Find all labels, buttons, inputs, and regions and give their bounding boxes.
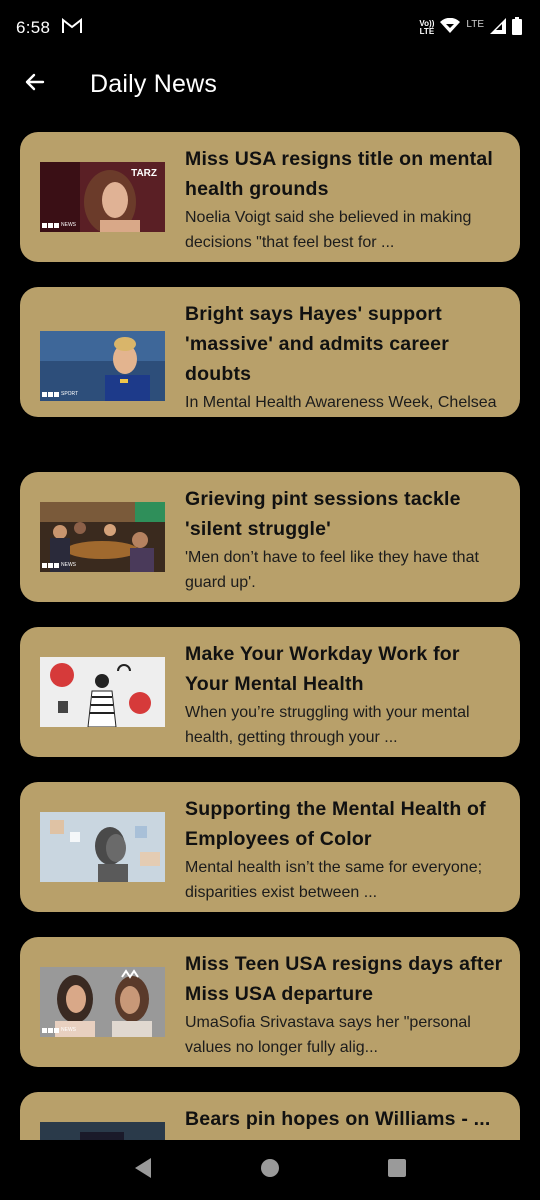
news-card[interactable]: NEWS Miss Teen USA resigns days after Mi… (20, 937, 520, 1067)
article-thumbnail: NEWS (40, 967, 165, 1037)
nav-home-button[interactable] (245, 1145, 295, 1195)
article-title: Miss USA resigns title on mental health … (185, 148, 493, 200)
news-feed[interactable]: TARZ NEWS Miss USA resigns title on ment… (0, 112, 540, 1140)
source-badge: NEWS (42, 222, 76, 228)
article-title: Bright says Hayes' support 'massive' and… (185, 303, 449, 385)
article-title: Bears pin hopes on Williams - ... (185, 1108, 491, 1130)
news-card[interactable]: Make Your Workday Work for Your Mental H… (20, 627, 520, 757)
square-recents-icon (387, 1158, 407, 1183)
source-badge-label: SPORT (61, 391, 79, 397)
status-left: 6:58 (16, 17, 83, 39)
news-card[interactable]: Supporting the Mental Health of Employee… (20, 782, 520, 912)
page-title: Daily News (90, 69, 218, 98)
article-description-text: Noelia Voigt said she believed in making… (185, 209, 472, 251)
source-badge-label: NEWS (61, 562, 76, 568)
card-text: Grieving pint sessions tackle 'silent st… (185, 484, 505, 595)
news-card[interactable]: TARZ NEWS Miss USA resigns title on ment… (20, 132, 520, 262)
card-text: Supporting the Mental Health of Employee… (185, 794, 505, 905)
article-thumbnail (40, 812, 165, 882)
volte-indicator: Vo)) LTE (419, 20, 434, 36)
card-text: Bright says Hayes' support 'massive' and… (185, 299, 505, 417)
card-text: Miss USA resigns title on mental health … (185, 144, 505, 255)
gmail-icon (62, 17, 83, 39)
circle-home-icon (260, 1158, 280, 1183)
card-text: Make Your Workday Work for Your Mental H… (185, 639, 505, 750)
back-button[interactable] (7, 56, 63, 112)
source-badge-label: NEWS (61, 1027, 76, 1033)
article-title: Miss Teen USA resigns days after Miss US… (185, 953, 503, 1005)
news-card[interactable]: NEWS Grieving pint sessions tackle 'sile… (20, 472, 520, 602)
article-description-text: In Mental Health Awareness Week, Chelsea… (185, 394, 497, 411)
status-right: Vo)) LTE LTE (419, 16, 522, 40)
article-description: Mental health isn’t the same for everyon… (185, 855, 505, 905)
signal-icon (490, 17, 506, 39)
status-time: 6:58 (16, 18, 51, 37)
source-badge: SPORT (42, 391, 78, 397)
article-description: 'Men don’t have to feel like they have t… (185, 545, 505, 595)
lte-label: LTE (466, 18, 484, 30)
nav-back-button[interactable] (118, 1145, 168, 1195)
triangle-back-icon (133, 1157, 153, 1184)
system-nav-bar (0, 1140, 540, 1200)
article-description: Noelia Voigt said she believed in making… (185, 205, 505, 255)
status-bar: 6:58 Vo)) LTE LTE (0, 0, 540, 56)
arrow-left-icon (23, 70, 47, 99)
article-description: UmaSofia Srivastava says her "personal v… (185, 1010, 505, 1060)
article-description-text: 'Men don’t have to feel like they have t… (185, 549, 479, 591)
news-card[interactable]: Bears pin hopes on Williams - ... (20, 1092, 520, 1140)
article-description: When you’re struggling with your mental … (185, 700, 505, 750)
article-title: Supporting the Mental Health of Employee… (185, 798, 486, 850)
news-card[interactable]: SPORT Bright says Hayes' support 'massiv… (20, 287, 520, 417)
article-description-text: UmaSofia Srivastava says her "personal v… (185, 1014, 471, 1056)
card-text: Miss Teen USA resigns days after Miss US… (185, 949, 505, 1060)
source-badge: NEWS (42, 562, 76, 568)
battery-icon (512, 16, 522, 40)
article-description-text: Mental health isn’t the same for everyon… (185, 859, 483, 901)
nav-recents-button[interactable] (372, 1145, 422, 1195)
article-thumbnail (40, 1122, 165, 1140)
volte-bottom: LTE (419, 27, 435, 36)
article-title: Make Your Workday Work for Your Mental H… (185, 643, 460, 695)
wifi-icon (440, 17, 461, 39)
article-thumbnail (40, 657, 165, 727)
article-description-text: When you’re struggling with your mental … (185, 704, 470, 746)
card-text: Bears pin hopes on Williams - ... (185, 1104, 505, 1134)
article-title: Grieving pint sessions tackle 'silent st… (185, 488, 461, 540)
app-bar: Daily News (0, 56, 540, 112)
article-thumbnail: TARZ NEWS (40, 162, 165, 232)
article-description: In Mental Health Awareness Week, Chelsea… (185, 390, 505, 417)
source-badge-label: NEWS (61, 222, 76, 228)
source-badge: NEWS (42, 1027, 76, 1033)
thumb-text: TARZ (131, 168, 157, 179)
article-thumbnail: SPORT (40, 331, 165, 401)
article-thumbnail: NEWS (40, 502, 165, 572)
